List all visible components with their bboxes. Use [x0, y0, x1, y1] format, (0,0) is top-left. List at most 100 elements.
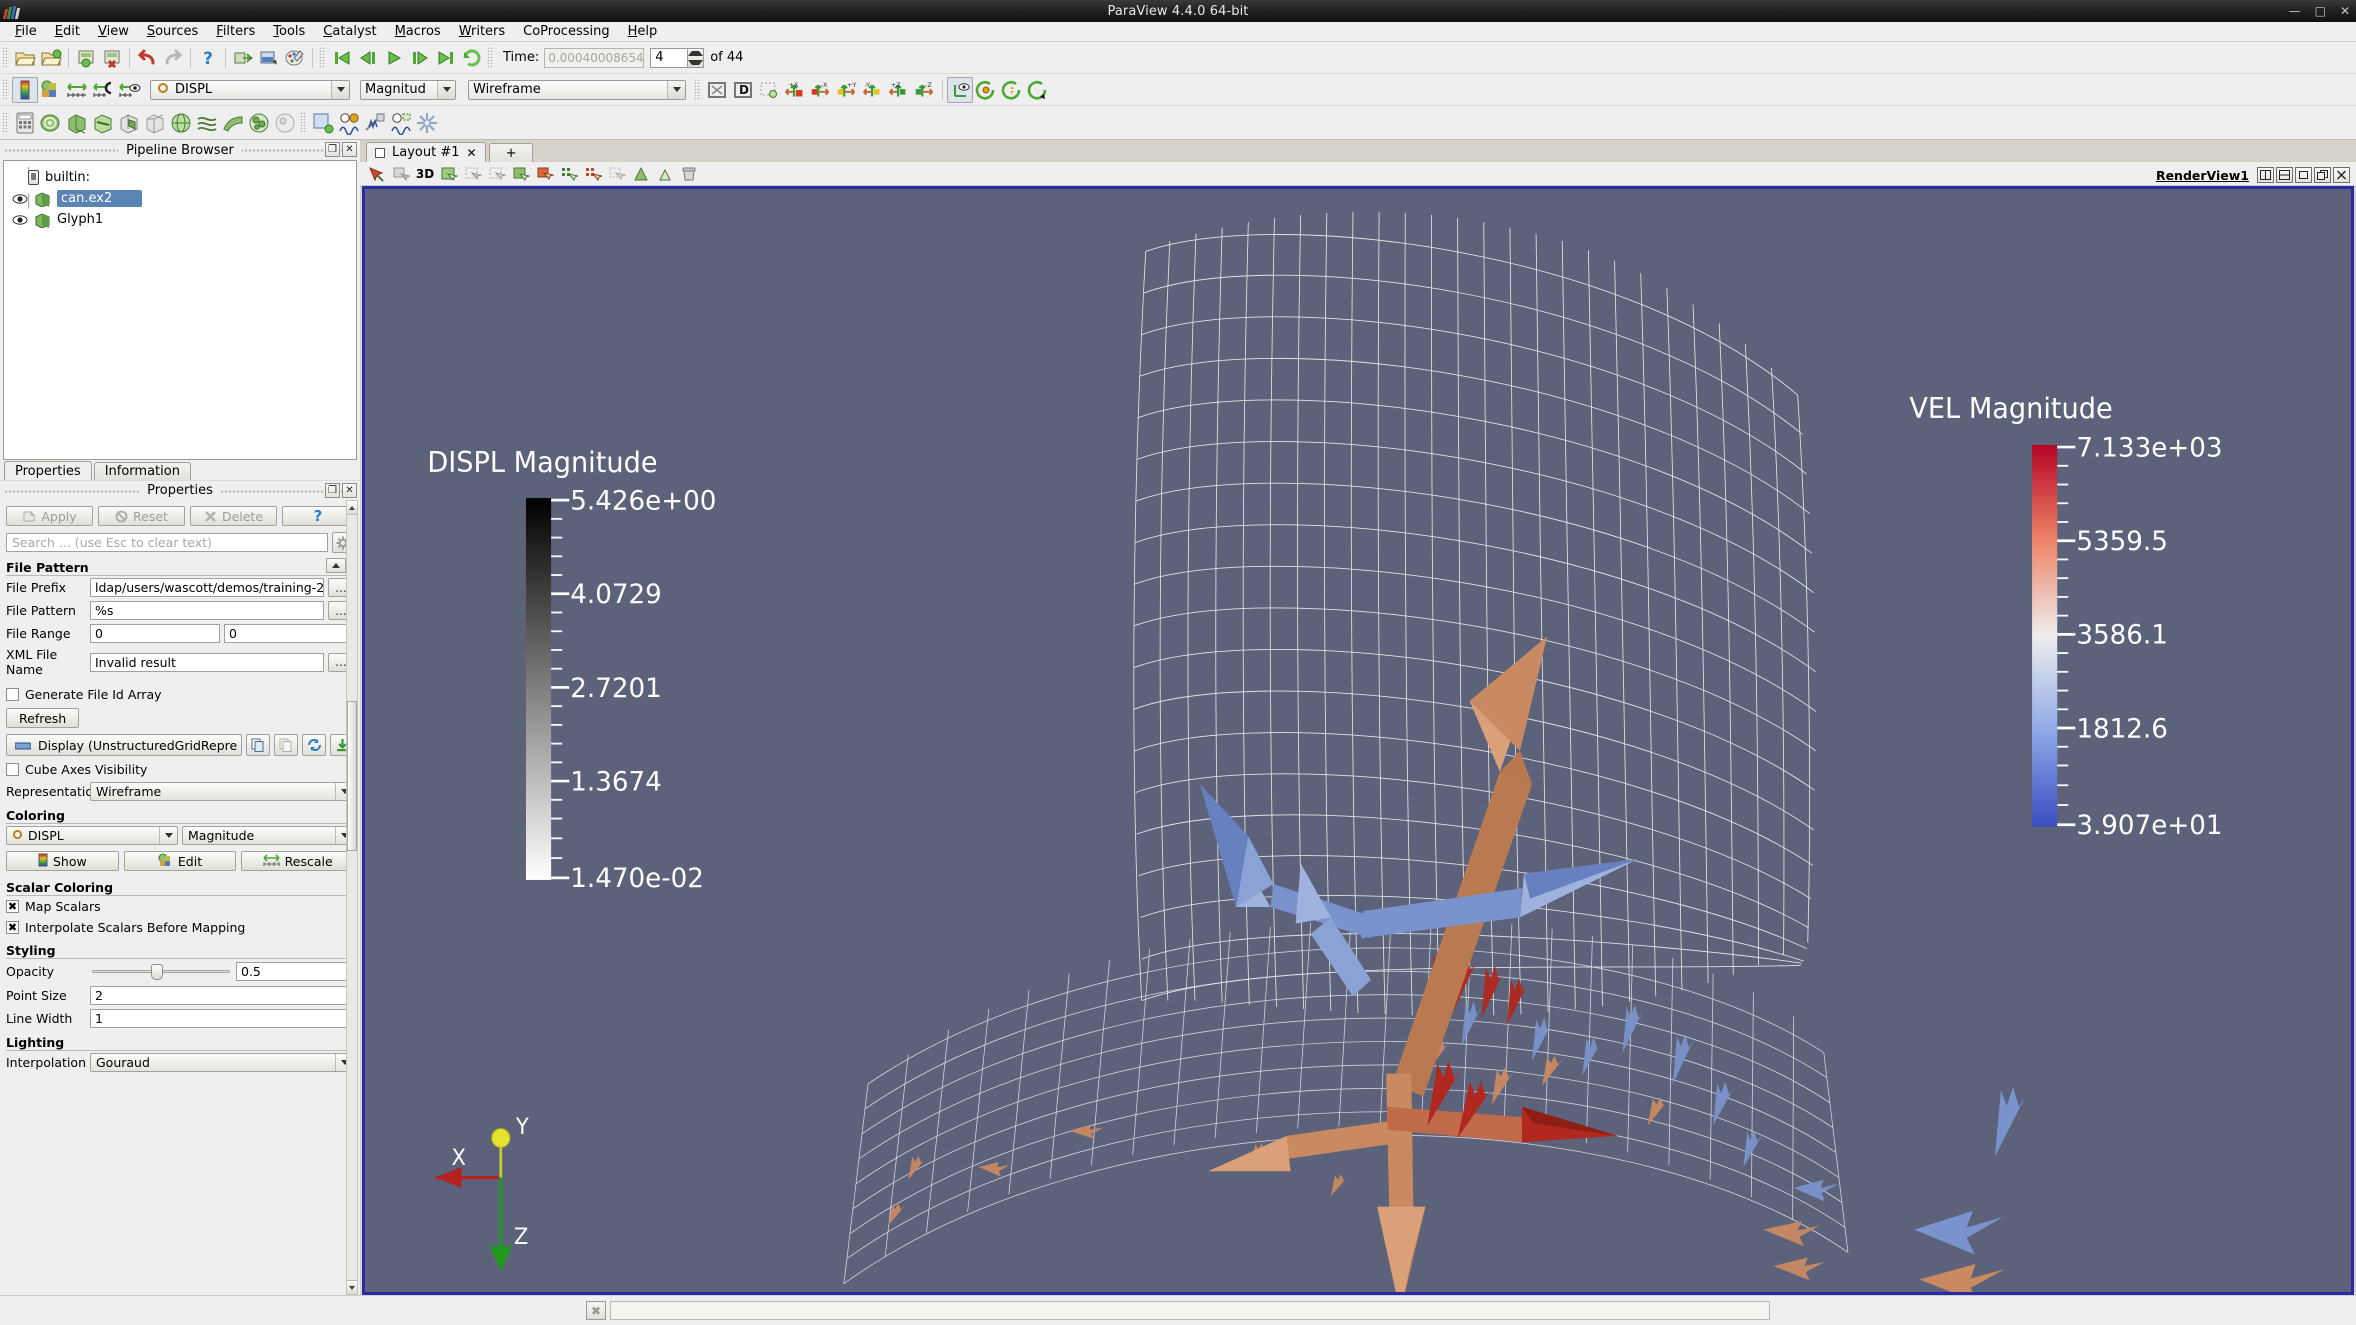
chevron-down-icon[interactable]: [331, 80, 349, 99]
tab-layout-1[interactable]: Layout #1 ✕: [366, 142, 486, 162]
menu-item-file[interactable]: File: [6, 23, 46, 41]
connect-server-icon[interactable]: [230, 45, 256, 71]
plus-y-icon[interactable]: +Y: [834, 77, 860, 103]
close-icon[interactable]: [2333, 167, 2350, 183]
cube-axes-row[interactable]: Cube Axes Visibility: [0, 759, 360, 780]
chevron-down-icon[interactable]: [159, 827, 177, 844]
properties-scroll-thumb[interactable]: [347, 701, 357, 851]
zoom-to-data-icon[interactable]: D: [730, 77, 756, 103]
representation-combo[interactable]: Wireframe: [468, 79, 686, 100]
render-view[interactable]: DISPL Magnitude 5.426e+00 4.0729 2.7201 …: [362, 186, 2354, 1295]
scroll-down-button[interactable]: [347, 1280, 357, 1294]
plus-x-icon[interactable]: +X: [782, 77, 808, 103]
pipeline-item-glyph1[interactable]: Glyph1: [4, 209, 356, 230]
3d-scene[interactable]: DISPL Magnitude 5.426e+00 4.0729 2.7201 …: [365, 189, 2351, 1292]
properties-search-input[interactable]: Search ... (use Esc to clear text): [6, 533, 328, 552]
menu-item-view[interactable]: View: [89, 23, 138, 41]
plot-over-line-icon[interactable]: [362, 110, 388, 136]
open-file-icon[interactable]: [12, 45, 38, 71]
menu-item-edit[interactable]: Edit: [46, 23, 89, 41]
maximize-button[interactable]: □: [2315, 4, 2326, 18]
menu-item-help[interactable]: Help: [619, 23, 667, 41]
python-calculator-icon[interactable]: [414, 110, 440, 136]
open-recent-icon[interactable]: [38, 45, 64, 71]
line-width-input[interactable]: 1: [90, 1009, 354, 1028]
undo-icon[interactable]: [134, 45, 160, 71]
visibility-eye-icon[interactable]: [12, 214, 28, 226]
menu-item-sources[interactable]: Sources: [138, 23, 207, 41]
time-frame-input[interactable]: 4: [650, 47, 689, 68]
menu-item-writers[interactable]: Writers: [450, 23, 514, 41]
pick-center-icon[interactable]: [999, 77, 1025, 103]
menu-item-tools[interactable]: Tools: [264, 23, 314, 41]
file-range-min-input[interactable]: 0: [90, 624, 220, 643]
stream-tracer-icon[interactable]: [194, 110, 220, 136]
load-state-icon[interactable]: [99, 45, 125, 71]
file-range-max-input[interactable]: 0: [224, 624, 354, 643]
minimize-button[interactable]: —: [2289, 4, 2301, 18]
dataanalysis-toolbar-grip[interactable]: [300, 111, 307, 134]
probe-location-icon[interactable]: [388, 110, 414, 136]
apply-button[interactable]: Apply: [6, 506, 93, 526]
visibility-eye-icon[interactable]: [12, 193, 28, 205]
interpolate-scalars-checkbox[interactable]: ✖: [6, 921, 19, 934]
vcr-toolbar-grip[interactable]: [319, 46, 326, 69]
chevron-down-icon[interactable]: [437, 80, 455, 99]
interpolate-scalars-row[interactable]: ✖ Interpolate Scalars Before Mapping: [0, 917, 360, 938]
glyph-icon[interactable]: [168, 110, 194, 136]
interpolation-select[interactable]: Gouraud: [90, 1053, 354, 1072]
reset-camera-icon[interactable]: [704, 77, 730, 103]
properties-scrollbar[interactable]: [346, 500, 358, 1295]
generate-file-id-row[interactable]: Generate File Id Array: [0, 684, 360, 705]
toolbar-grip[interactable]: [2, 46, 9, 69]
previous-frame-icon[interactable]: [355, 45, 381, 71]
reset-button[interactable]: Reset: [98, 506, 185, 526]
coloring-component-combo[interactable]: Magnitud: [360, 79, 456, 100]
zoom-to-box-icon[interactable]: [756, 77, 782, 103]
opacity-input[interactable]: 0.5: [236, 962, 354, 981]
maximize-icon[interactable]: [2295, 167, 2312, 183]
help-icon[interactable]: ?: [195, 45, 221, 71]
color-palette-icon[interactable]: [282, 45, 308, 71]
file-pattern-input[interactable]: %s: [90, 601, 324, 620]
plus-z-icon[interactable]: +Z: [886, 77, 912, 103]
repr-toolbar-grip[interactable]: [2, 78, 9, 101]
extract-subset-icon[interactable]: [142, 110, 168, 136]
copy-properties-icon[interactable]: [246, 734, 270, 756]
close-button[interactable]: ✕: [2340, 4, 2350, 18]
pipeline-item-can-ex2[interactable]: can.ex2: [4, 188, 356, 209]
slice-icon[interactable]: [90, 110, 116, 136]
representation-select[interactable]: Wireframe: [90, 782, 354, 801]
pipeline-close-button[interactable]: ✕: [342, 142, 357, 157]
split-horizontal-icon[interactable]: [2257, 167, 2274, 183]
map-scalars-checkbox[interactable]: ✖: [6, 900, 19, 913]
loop-icon[interactable]: [459, 45, 485, 71]
reset-center-icon[interactable]: [1025, 77, 1051, 103]
save-state-icon[interactable]: [73, 45, 99, 71]
show-center-icon[interactable]: [973, 77, 999, 103]
pipeline-undock-button[interactable]: ❐: [325, 142, 340, 157]
rotation-center-icon[interactable]: [947, 76, 973, 103]
pipeline-browser[interactable]: builtin: can.ex2 Glyph1: [3, 160, 357, 460]
toggle-color-legend-icon[interactable]: [12, 76, 38, 103]
edit-color-map-button[interactable]: Edit: [123, 851, 237, 871]
minus-y-icon[interactable]: -Y: [860, 77, 886, 103]
menu-item-filters[interactable]: Filters: [207, 23, 264, 41]
tab-add-layout[interactable]: +: [488, 143, 534, 162]
properties-close-button[interactable]: ✕: [342, 483, 357, 498]
menu-item-coprocessing[interactable]: CoProcessing: [514, 23, 618, 41]
plot-over-time-icon[interactable]: [336, 110, 362, 136]
warp-icon[interactable]: [220, 110, 246, 136]
xml-file-name-input[interactable]: Invalid result: [90, 652, 324, 672]
coloring-component-select[interactable]: Magnitude: [182, 826, 354, 845]
opacity-slider[interactable]: [92, 963, 230, 981]
close-icon[interactable]: ✕: [467, 146, 477, 160]
properties-help-button[interactable]: ?: [282, 506, 354, 526]
map-scalars-row[interactable]: ✖ Map Scalars: [0, 896, 360, 917]
time-frame-spinner[interactable]: [688, 47, 705, 68]
play-icon[interactable]: [381, 45, 407, 71]
tab-information[interactable]: Information: [93, 462, 191, 480]
point-size-input[interactable]: 2: [90, 986, 354, 1005]
time-toolbar-grip[interactable]: [487, 46, 494, 69]
restore-defaults-icon[interactable]: [302, 734, 326, 756]
